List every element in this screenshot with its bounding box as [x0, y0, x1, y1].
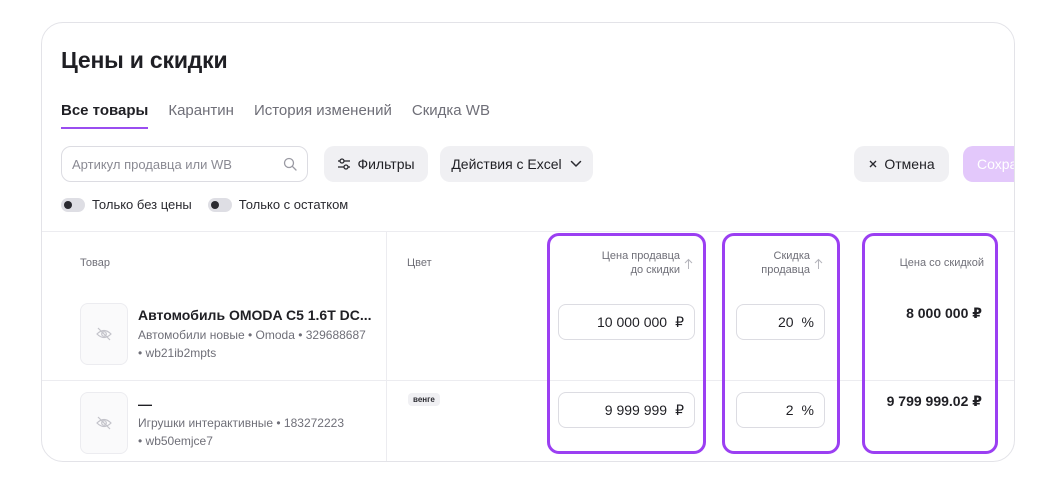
- currency-symbol: ₽: [675, 313, 684, 330]
- header-discount-line1: Скидка: [773, 250, 811, 262]
- tab-change-history[interactable]: История изменений: [254, 102, 392, 129]
- product-meta: Игрушки интерактивные • 183272223: [138, 416, 344, 430]
- discount-input[interactable]: 2 %: [736, 392, 825, 428]
- price-value: 9 999 999: [604, 402, 668, 418]
- filter-icon: [338, 158, 351, 170]
- save-label: Сохра: [977, 156, 1015, 172]
- tab-bar: Все товары Карантин История изменений Ск…: [61, 102, 490, 129]
- search-box: [61, 146, 308, 182]
- product-sku: • wb21ib2mpts: [138, 346, 217, 360]
- price-with-discount: 9 799 999.02 ₽: [886, 393, 982, 409]
- search-icon[interactable]: [283, 157, 297, 171]
- toggle-label: Только без цены: [92, 197, 192, 212]
- product-name[interactable]: —: [138, 396, 152, 412]
- no-image-icon: [96, 416, 112, 430]
- sort-arrow-icon[interactable]: [814, 258, 823, 270]
- product-sku: • wb50emjce7: [138, 434, 213, 448]
- price-input[interactable]: 9 999 999 ₽: [558, 392, 695, 428]
- sort-arrow-icon[interactable]: [684, 258, 693, 270]
- row-divider: [42, 380, 1014, 381]
- header-price-before-discount[interactable]: Цена продавца до скидки: [562, 249, 680, 277]
- header-color: Цвет: [407, 257, 432, 269]
- discount-value: 2: [785, 402, 794, 418]
- search-input[interactable]: [62, 147, 262, 181]
- tab-wb-discount[interactable]: Скидка WB: [412, 102, 490, 129]
- price-with-discount: 8 000 000 ₽: [906, 305, 982, 321]
- toggle-switch[interactable]: [61, 197, 85, 212]
- header-price-line1: Цена продавца: [601, 250, 680, 262]
- percent-symbol: %: [801, 314, 814, 330]
- prices-table: Товар Цвет Цена продавца до скидки Скидк…: [42, 231, 1014, 461]
- filters-label: Фильтры: [357, 156, 415, 172]
- header-discount-line2: продавца: [761, 264, 810, 276]
- save-button[interactable]: Сохра: [963, 146, 1015, 182]
- discount-input[interactable]: 20 %: [736, 304, 825, 340]
- page-title: Цены и скидки: [61, 47, 228, 73]
- no-image-icon: [96, 327, 112, 341]
- percent-symbol: %: [801, 402, 814, 418]
- toggle-in-stock[interactable]: Только с остатком: [207, 197, 349, 212]
- tab-quarantine[interactable]: Карантин: [168, 102, 234, 129]
- header-seller-discount[interactable]: Скидка продавца: [742, 249, 810, 277]
- price-input[interactable]: 10 000 000 ₽: [558, 304, 695, 340]
- excel-actions-label: Действия с Excel: [451, 156, 562, 172]
- product-thumbnail[interactable]: [80, 303, 128, 365]
- price-value: 10 000 000: [597, 314, 668, 330]
- filter-toggles: Только без цены Только с остатком: [61, 197, 348, 212]
- cancel-label: Отмена: [884, 156, 935, 172]
- toggle-without-price[interactable]: Только без цены: [61, 197, 192, 212]
- product-name[interactable]: Автомобиль OMODA C5 1.6T DC...: [138, 307, 372, 323]
- currency-symbol: ₽: [675, 401, 684, 418]
- chevron-down-icon: [570, 160, 581, 167]
- toggle-switch[interactable]: [207, 197, 232, 212]
- close-icon: [869, 160, 877, 168]
- column-divider: [386, 232, 387, 461]
- header-product: Товар: [80, 257, 110, 269]
- header-price-with-discount: Цена со скидкой: [899, 257, 984, 269]
- header-price-line2: до скидки: [630, 264, 680, 276]
- prices-card: Цены и скидки Все товары Карантин Истори…: [41, 22, 1015, 462]
- color-badge: венге: [408, 393, 440, 406]
- excel-actions-dropdown[interactable]: Действия с Excel: [440, 146, 593, 182]
- toggle-label: Только с остатком: [238, 197, 349, 212]
- filters-button[interactable]: Фильтры: [324, 146, 428, 182]
- discount-value: 20: [777, 314, 794, 330]
- product-thumbnail[interactable]: [80, 392, 128, 454]
- product-meta: Автомобили новые • Omoda • 329688687: [138, 328, 366, 342]
- tab-all-products[interactable]: Все товары: [61, 102, 149, 129]
- cancel-button[interactable]: Отмена: [854, 146, 949, 182]
